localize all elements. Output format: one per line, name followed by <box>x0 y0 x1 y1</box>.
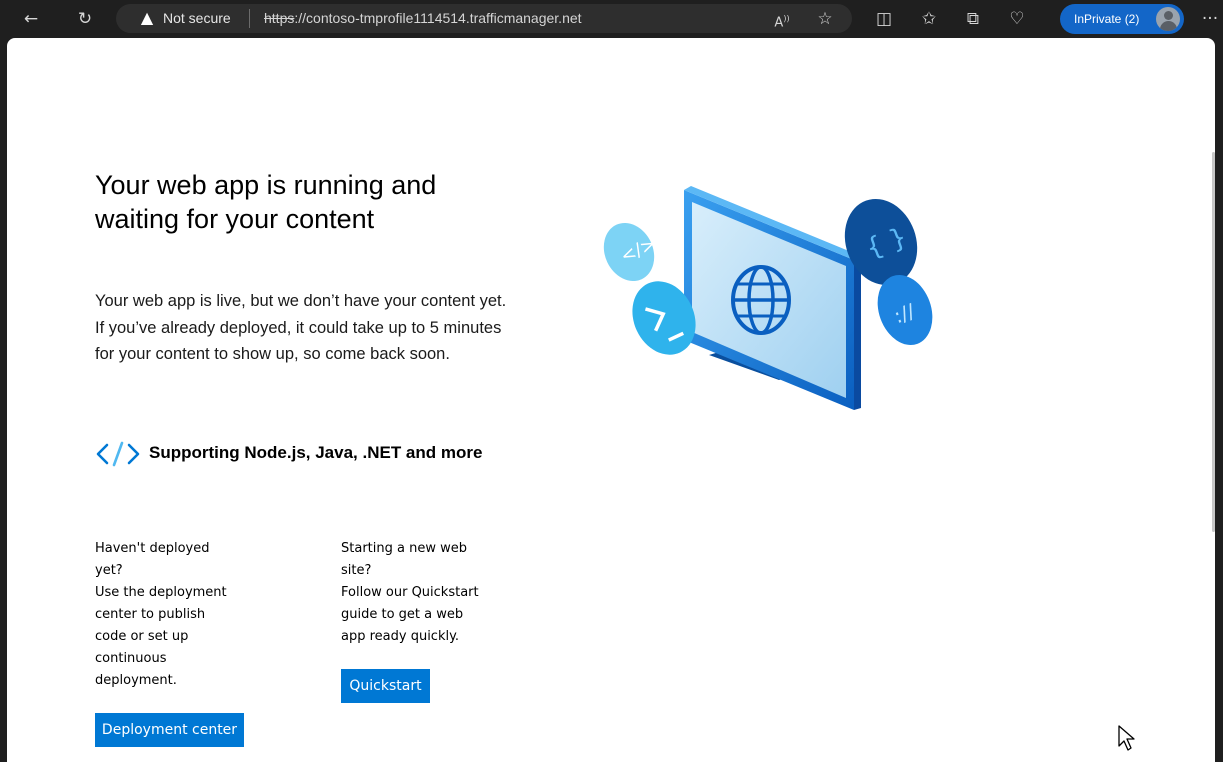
mouse-cursor-icon <box>1118 725 1135 751</box>
scrollbar[interactable] <box>1212 152 1215 532</box>
url-host: ://contoso-tmprofile1114514.trafficmanag… <box>294 10 582 26</box>
deploy-description: Haven't deployed yet? Use the deployment… <box>95 538 245 692</box>
split-screen-icon[interactable]: ◫ <box>871 6 897 32</box>
deployment-center-button[interactable]: Deployment center <box>95 713 244 747</box>
favorites-icon[interactable]: ✩ <box>916 6 942 32</box>
quickstart-line: app ready quickly. <box>341 629 460 644</box>
address-separator <box>249 9 250 28</box>
headline-line: Your web app is running and <box>95 170 437 200</box>
quickstart-button[interactable]: Quickstart <box>341 669 430 703</box>
deploy-line: code or set up <box>95 629 189 644</box>
warning-icon[interactable]: ▲ <box>136 6 158 30</box>
back-icon[interactable]: ← <box>18 6 44 32</box>
url-text[interactable]: https://contoso-tmprofile1114514.traffic… <box>264 9 582 27</box>
quickstart-line: site? <box>341 563 372 578</box>
deploy-line: yet? <box>95 563 123 578</box>
deploy-line: Haven't deployed <box>95 541 210 556</box>
read-aloud-icon[interactable]: A)) <box>769 6 795 32</box>
deploy-line: Use the deployment <box>95 585 227 600</box>
quickstart-description: Starting a new web site? Follow our Quic… <box>341 538 491 648</box>
deploy-line: center to publish <box>95 607 206 622</box>
quickstart-line: guide to get a web <box>341 607 464 622</box>
page-title: Your web app is running and waiting for … <box>95 168 565 236</box>
page-viewport: Your web app is running and waiting for … <box>7 38 1215 762</box>
avatar <box>1156 7 1180 31</box>
refresh-icon[interactable]: ↻ <box>72 6 98 32</box>
inprivate-label: InPrivate (2) <box>1074 12 1140 26</box>
browser-toolbar: ← ↻ ▲ Not secure https://contoso-tmprofi… <box>0 0 1223 38</box>
quickstart-line: Follow our Quickstart <box>341 585 479 600</box>
url-scheme: https <box>264 10 295 26</box>
deploy-line: deployment. <box>95 673 177 688</box>
quickstart-line: Starting a new web <box>341 541 467 556</box>
monitor-globe-illustration: </> { } :// <box>603 186 933 410</box>
collections-icon[interactable]: ⧉ <box>960 6 986 32</box>
favorite-star-icon[interactable]: ☆ <box>812 6 838 32</box>
paragraph-line: for your content to show up, so come bac… <box>95 345 450 363</box>
code-brackets-icon <box>96 441 140 467</box>
inprivate-button[interactable]: InPrivate (2) <box>1060 4 1184 34</box>
paragraph-line: If you’ve already deployed, it could tak… <box>95 318 502 337</box>
supported-stacks-text: Supporting Node.js, Java, .NET and more <box>149 443 483 462</box>
browser-essentials-icon[interactable]: ♡ <box>1004 6 1030 32</box>
deploy-line: continuous <box>95 651 167 666</box>
intro-paragraph: Your web app is live, but we don’t have … <box>95 288 565 368</box>
headline-line: waiting for your content <box>95 204 375 234</box>
paragraph-line: Your web app is live, but we don’t have … <box>95 292 507 310</box>
security-label[interactable]: Not secure <box>163 9 231 27</box>
more-icon[interactable]: ··· <box>1197 6 1223 32</box>
